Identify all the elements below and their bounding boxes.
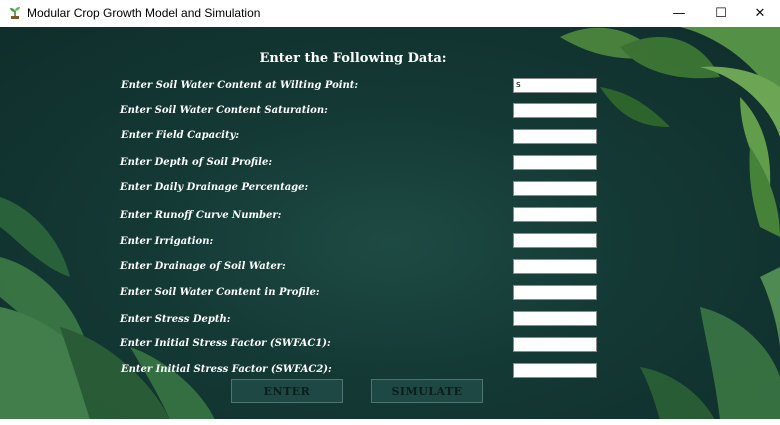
- form-heading: Enter the Following Data:: [259, 51, 447, 66]
- input-irrigation[interactable]: [513, 233, 597, 248]
- minimize-button[interactable]: —: [656, 0, 702, 27]
- label-soil-depth: Enter Depth of Soil Profile:: [120, 157, 273, 168]
- input-swfac2[interactable]: [513, 363, 597, 378]
- label-wilting-point: Enter Soil Water Content at Wilting Poin…: [121, 80, 359, 91]
- label-soil-drainage: Enter Drainage of Soil Water:: [120, 261, 286, 272]
- label-drainage-percentage: Enter Daily Drainage Percentage:: [120, 182, 309, 193]
- jungle-leaves-decoration: [0, 27, 780, 420]
- seedling-icon: [10, 7, 20, 19]
- label-field-capacity: Enter Field Capacity:: [121, 130, 240, 141]
- input-water-content-profile[interactable]: [513, 285, 597, 300]
- form-panel: Enter the Following Data: Enter Soil Wat…: [0, 27, 780, 420]
- input-soil-depth[interactable]: [513, 155, 597, 170]
- label-swfac1: Enter Initial Stress Factor (SWFAC1):: [120, 338, 331, 349]
- label-stress-depth: Enter Stress Depth:: [120, 314, 231, 325]
- close-button[interactable]: ✕: [740, 0, 780, 27]
- input-wilting-point[interactable]: s: [513, 78, 597, 93]
- label-saturation: Enter Soil Water Content Saturation:: [120, 105, 328, 116]
- input-drainage-percentage[interactable]: [513, 181, 597, 196]
- simulate-button[interactable]: SIMULATE: [371, 379, 483, 403]
- label-runoff-curve: Enter Runoff Curve Number:: [120, 210, 282, 221]
- label-irrigation: Enter Irrigation:: [120, 236, 214, 247]
- input-saturation[interactable]: [513, 103, 597, 118]
- enter-button[interactable]: ENTER: [231, 379, 343, 403]
- app-window: Modular Crop Growth Model and Simulation…: [0, 0, 780, 425]
- input-stress-depth[interactable]: [513, 311, 597, 326]
- input-field-capacity[interactable]: [513, 129, 597, 144]
- maximize-button[interactable]: ☐: [698, 0, 744, 27]
- input-soil-drainage[interactable]: [513, 259, 597, 274]
- title-bar: Modular Crop Growth Model and Simulation…: [0, 0, 780, 27]
- input-swfac1[interactable]: [513, 337, 597, 352]
- window-title: Modular Crop Growth Model and Simulation: [27, 6, 261, 20]
- label-swfac2: Enter Initial Stress Factor (SWFAC2):: [121, 364, 332, 375]
- window-bottom-border: [0, 419, 780, 425]
- label-water-content-profile: Enter Soil Water Content in Profile:: [120, 287, 320, 298]
- input-runoff-curve[interactable]: [513, 207, 597, 222]
